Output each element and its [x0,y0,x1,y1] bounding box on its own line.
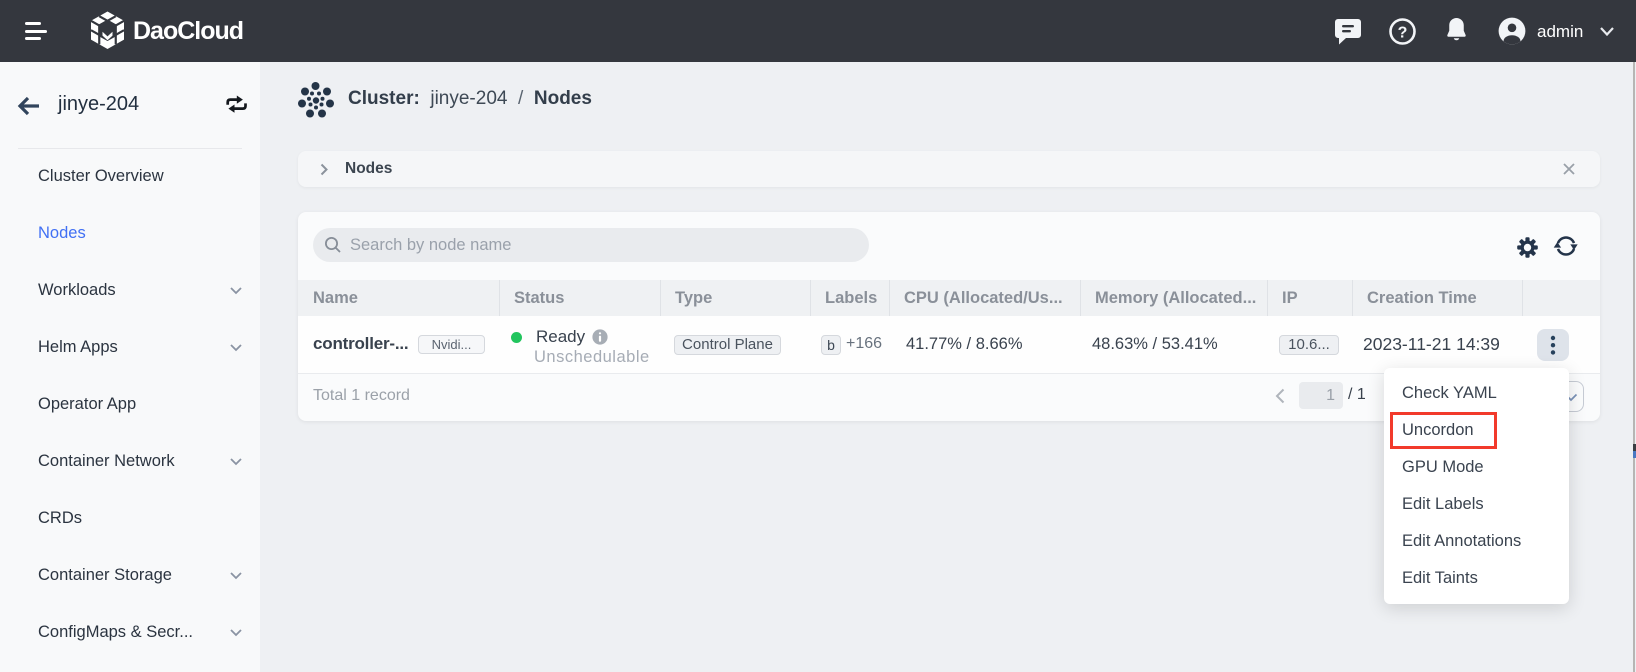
svg-text:?: ? [1398,25,1408,42]
